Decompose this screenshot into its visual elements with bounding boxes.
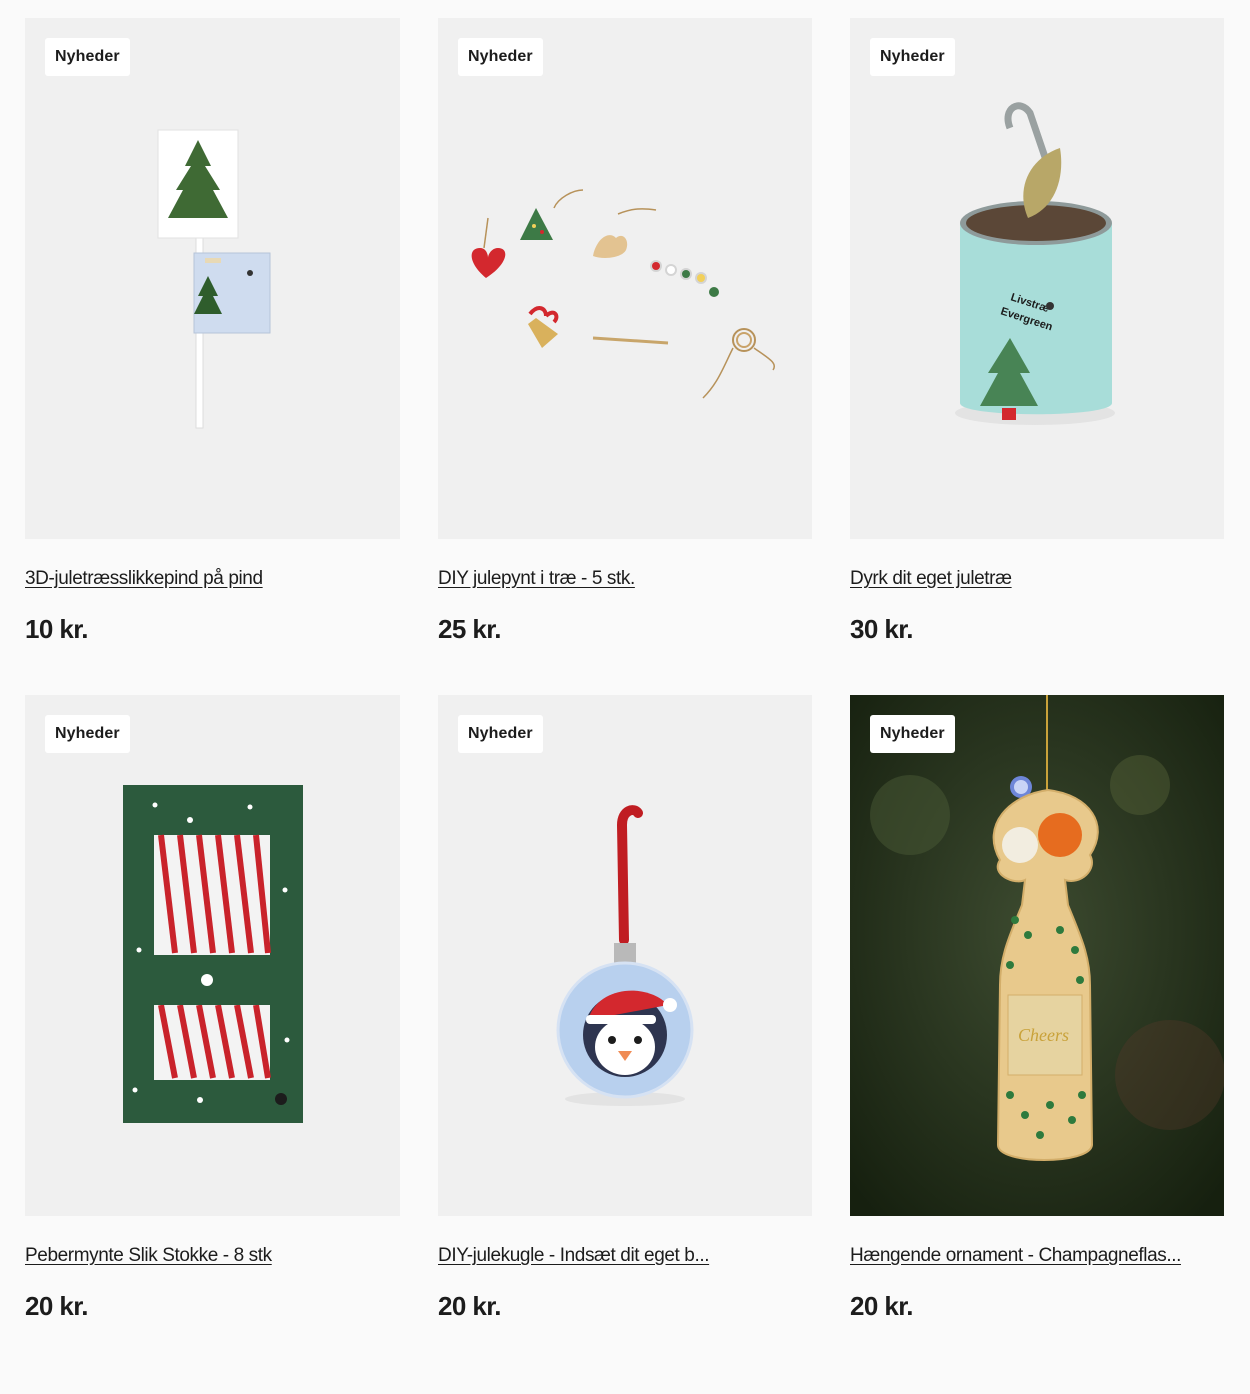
- product-price: 30 kr.: [850, 614, 914, 644]
- product-price: 20 kr.: [25, 1291, 89, 1321]
- product-card[interactable]: Livstræ Evergreen Nyheder Dyrk dit eget …: [850, 18, 1224, 645]
- diy-wooden-ornaments-icon: [471, 189, 775, 399]
- product-title-link[interactable]: DIY-julekugle - Indsæt dit eget b...: [438, 1245, 798, 1267]
- bottle-label: Cheers: [1018, 1025, 1069, 1045]
- grow-tree-can-icon: Livstræ Evergreen: [955, 102, 1115, 425]
- product-price: 20 kr.: [850, 1291, 914, 1321]
- product-title-link[interactable]: Pebermynte Slik Stokke - 8 stk: [25, 1245, 385, 1267]
- product-card[interactable]: Cheers Nyheder Hængende ornament - Champ…: [850, 695, 1224, 1322]
- product-card[interactable]: Nyheder DIY julepynt i træ - 5 stk. 25 k…: [438, 18, 812, 645]
- badge-new: Nyheder: [45, 715, 130, 753]
- product-title-link[interactable]: Hængende ornament - Champagneflas...: [850, 1245, 1210, 1267]
- product-title-link[interactable]: DIY julepynt i træ - 5 stk.: [438, 568, 798, 590]
- product-title-link[interactable]: Dyrk dit eget juletræ: [850, 568, 1210, 590]
- badge-new: Nyheder: [458, 715, 543, 753]
- penguin-bauble-icon: [556, 805, 694, 1106]
- product-image[interactable]: Nyheder: [25, 18, 400, 539]
- product-title-link[interactable]: 3D-juletræsslikkepind på pind: [25, 568, 385, 590]
- badge-new: Nyheder: [870, 38, 955, 76]
- badge-new: Nyheder: [870, 715, 955, 753]
- christmas-tree-lollipop-icon: [157, 129, 271, 429]
- champagne-bottle-ornament-icon: Cheers: [850, 695, 1224, 1216]
- product-grid: Nyheder 3D-juletræsslikkepind på pind 10…: [25, 18, 1224, 1322]
- product-price: 10 kr.: [25, 614, 89, 644]
- badge-new: Nyheder: [458, 38, 543, 76]
- product-card[interactable]: Nyheder Pebermynte Slik Stokke - 8 stk 2…: [25, 695, 400, 1322]
- product-image[interactable]: Nyheder: [25, 695, 400, 1216]
- product-image[interactable]: Nyheder: [438, 695, 812, 1216]
- product-price: 20 kr.: [438, 1291, 502, 1321]
- product-image[interactable]: Livstræ Evergreen Nyheder: [850, 18, 1224, 539]
- product-card[interactable]: Nyheder 3D-juletræsslikkepind på pind 10…: [25, 18, 400, 645]
- peppermint-candy-canes-box-icon: [123, 785, 303, 1123]
- product-price: 25 kr.: [438, 614, 502, 644]
- product-image[interactable]: Cheers Nyheder: [850, 695, 1224, 1216]
- badge-new: Nyheder: [45, 38, 130, 76]
- product-image[interactable]: Nyheder: [438, 18, 812, 539]
- product-card[interactable]: Nyheder DIY-julekugle - Indsæt dit eget …: [438, 695, 812, 1322]
